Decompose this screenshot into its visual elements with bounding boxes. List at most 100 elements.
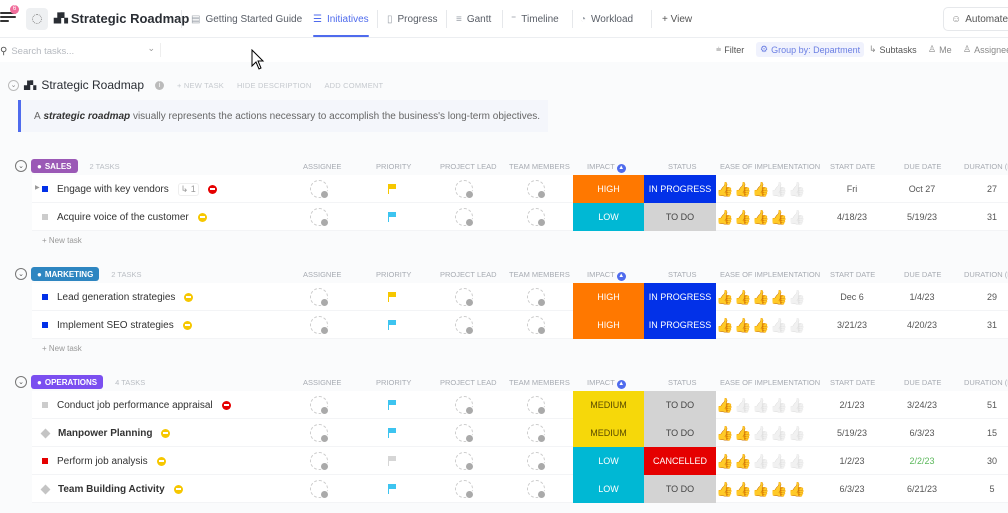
column-header-impact[interactable]: IMPACT ▲ — [587, 270, 626, 281]
status-cell[interactable]: CANCELLED — [644, 447, 716, 475]
space-icon[interactable] — [26, 8, 48, 30]
priority-flag-icon[interactable] — [388, 320, 396, 330]
priority-dot-icon[interactable] — [197, 212, 207, 222]
thumbs-up-icon[interactable]: 👍 — [716, 452, 733, 470]
priority-flag-icon[interactable] — [388, 400, 396, 410]
assignee-avatar[interactable] — [310, 452, 329, 471]
column-header-duration[interactable]: DURATION (D — [964, 270, 1008, 279]
status-icon[interactable] — [40, 428, 51, 438]
task-row[interactable]: ▶ Engage with key vendors ↳ 1 HIGH IN PROGRE… — [32, 175, 1008, 203]
team-members-avatar[interactable] — [527, 180, 546, 199]
task-name[interactable]: Perform job analysis — [42, 447, 166, 475]
impact-cell[interactable]: LOW — [573, 447, 644, 475]
column-header-start-date[interactable]: START DATE — [830, 378, 875, 387]
tab-getting-started-guide[interactable]: ▤ Getting Started Guide — [191, 0, 302, 38]
add-comment-button[interactable]: ADD COMMENT — [324, 81, 383, 90]
ease-rating[interactable]: 👍 👍 👍 👍 👍 — [716, 288, 805, 306]
column-header-due-date[interactable]: DUE DATE — [904, 162, 941, 171]
ease-rating[interactable]: 👍 👍 👍 👍 👍 — [716, 208, 805, 226]
ease-rating[interactable]: 👍 👍 👍 👍 👍 — [716, 396, 805, 414]
impact-cell[interactable]: LOW — [573, 475, 644, 503]
column-header-ease[interactable]: EASE OF IMPLEMENTATION — [720, 378, 820, 387]
assignee-avatar[interactable] — [310, 288, 329, 307]
team-members-avatar[interactable] — [527, 396, 546, 415]
add-view-button[interactable]: + View — [662, 0, 692, 38]
priority-dot-icon[interactable] — [182, 320, 192, 330]
column-header-assignee[interactable]: ASSIGNEE — [303, 162, 341, 171]
column-header-team-members[interactable]: TEAM MEMBERS — [509, 378, 570, 387]
column-header-priority[interactable]: PRIORITY — [376, 162, 411, 171]
priority-dot-icon[interactable] — [156, 456, 166, 466]
thumbs-up-icon[interactable]: 👍 — [788, 452, 805, 470]
collapse-group-icon[interactable]: ⌄ — [15, 376, 27, 388]
tab-initiatives[interactable]: ☰ Initiatives — [313, 0, 369, 38]
column-header-start-date[interactable]: START DATE — [830, 162, 875, 171]
search-input[interactable]: ⚲ Search tasks... ⌄ — [0, 43, 155, 59]
thumbs-up-icon[interactable]: 👍 — [716, 424, 733, 442]
thumbs-up-icon[interactable]: 👍 — [788, 288, 805, 306]
task-name[interactable]: Acquire voice of the customer — [42, 203, 207, 231]
project-lead-avatar[interactable] — [455, 424, 474, 443]
group-by-button[interactable]: ⚙ Group by: Department — [756, 42, 865, 57]
sort-icon[interactable]: ▲ — [616, 272, 626, 281]
collapse-group-icon[interactable]: ⌄ — [15, 160, 27, 172]
task-name[interactable]: Team Building Activity — [40, 475, 183, 503]
task-row[interactable]: Manpower Planning MEDIUM TO DO 👍 👍 👍 👍 👍 5/19/23… — [32, 419, 1008, 447]
due-date[interactable]: Oct 27 — [892, 175, 952, 203]
assignee-avatar[interactable] — [310, 208, 329, 227]
new-task-button[interactable]: + NEW TASK — [177, 81, 224, 90]
thumbs-up-icon[interactable]: 👍 — [752, 316, 769, 334]
status-icon[interactable] — [42, 458, 48, 464]
status-cell[interactable]: TO DO — [644, 203, 716, 231]
column-header-team-members[interactable]: TEAM MEMBERS — [509, 162, 570, 171]
thumbs-up-icon[interactable]: 👍 — [734, 452, 751, 470]
tab-workload[interactable]: ◔ Workload — [580, 0, 633, 38]
thumbs-up-icon[interactable]: 👍 — [734, 208, 751, 226]
group-badge[interactable]: ● OPERATIONS — [31, 375, 104, 389]
column-header-start-date[interactable]: START DATE — [830, 270, 875, 279]
thumbs-up-icon[interactable]: 👍 — [770, 180, 787, 198]
ease-rating[interactable]: 👍 👍 👍 👍 👍 — [716, 452, 805, 470]
tab-progress[interactable]: ▯ Progress — [387, 0, 438, 38]
task-row[interactable]: Perform job analysis LOW CANCELLED 👍 👍 👍 👍 👍 1/2… — [32, 447, 1008, 475]
start-date[interactable]: 4/18/23 — [822, 203, 882, 231]
thumbs-up-icon[interactable]: 👍 — [770, 288, 787, 306]
thumbs-up-icon[interactable]: 👍 — [734, 480, 751, 498]
column-header-status[interactable]: STATUS — [668, 378, 696, 387]
due-date[interactable]: 6/3/23 — [892, 419, 952, 447]
filter-button[interactable]: ⩧ Filter — [716, 44, 744, 55]
thumbs-up-icon[interactable]: 👍 — [752, 396, 769, 414]
project-lead-avatar[interactable] — [455, 452, 474, 471]
group-badge[interactable]: ● SALES — [31, 159, 78, 173]
priority-flag-icon[interactable] — [388, 456, 396, 466]
ease-rating[interactable]: 👍 👍 👍 👍 👍 — [716, 316, 805, 334]
project-lead-avatar[interactable] — [455, 480, 474, 499]
priority-flag-icon[interactable] — [388, 292, 396, 302]
priority-dot-icon[interactable] — [173, 484, 183, 494]
due-date[interactable]: 2/2/23 — [892, 447, 952, 475]
column-header-impact[interactable]: IMPACT ▲ — [587, 162, 626, 173]
column-header-team-members[interactable]: TEAM MEMBERS — [509, 270, 570, 279]
thumbs-up-icon[interactable]: 👍 — [734, 288, 751, 306]
thumbs-up-icon[interactable]: 👍 — [788, 316, 805, 334]
assignee-avatar[interactable] — [310, 480, 329, 499]
column-header-ease[interactable]: EASE OF IMPLEMENTATION — [720, 270, 820, 279]
project-lead-avatar[interactable] — [455, 180, 474, 199]
due-date[interactable]: 3/24/23 — [892, 391, 952, 419]
thumbs-up-icon[interactable]: 👍 — [770, 424, 787, 442]
thumbs-up-icon[interactable]: 👍 — [716, 480, 733, 498]
thumbs-up-icon[interactable]: 👍 — [770, 208, 787, 226]
thumbs-up-icon[interactable]: 👍 — [716, 180, 733, 198]
column-header-duration[interactable]: DURATION (D — [964, 162, 1008, 171]
status-icon[interactable] — [42, 322, 48, 328]
task-row[interactable]: Lead generation strategies HIGH IN PROGRES… — [32, 283, 1008, 311]
team-members-avatar[interactable] — [527, 288, 546, 307]
task-row[interactable]: Implement SEO strategies HIGH IN PROGRESS 👍… — [32, 311, 1008, 339]
thumbs-up-icon[interactable]: 👍 — [734, 396, 751, 414]
thumbs-up-icon[interactable]: 👍 — [734, 316, 751, 334]
start-date[interactable]: Dec 6 — [822, 283, 882, 311]
status-icon[interactable] — [42, 294, 48, 300]
column-header-assignee[interactable]: ASSIGNEE — [303, 270, 341, 279]
due-date[interactable]: 5/19/23 — [892, 203, 952, 231]
column-header-duration[interactable]: DURATION (D — [964, 378, 1008, 387]
